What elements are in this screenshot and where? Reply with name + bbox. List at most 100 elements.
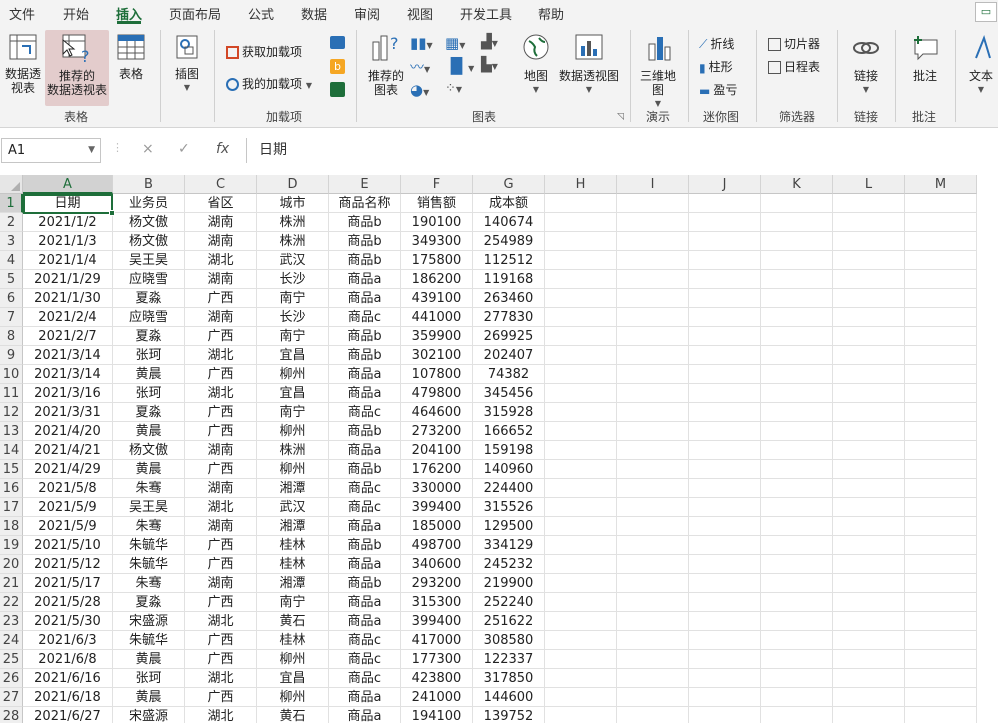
table-cell[interactable] <box>617 612 689 631</box>
table-cell[interactable]: 商品b <box>329 251 401 270</box>
table-cell[interactable]: 吴王昊 <box>113 251 185 270</box>
table-cell[interactable]: 广西 <box>185 555 257 574</box>
table-cell[interactable] <box>617 270 689 289</box>
table-cell[interactable]: 湖南 <box>185 308 257 327</box>
table-cell[interactable] <box>545 574 617 593</box>
slicer-button[interactable]: 切片器 <box>768 35 820 52</box>
table-cell[interactable] <box>689 555 761 574</box>
table-cell[interactable] <box>761 213 833 232</box>
pie-chart-button[interactable]: ◕▼ <box>410 81 429 99</box>
row-header[interactable]: 2 <box>0 213 23 232</box>
table-cell[interactable]: 湘潭 <box>257 574 329 593</box>
table-cell[interactable] <box>833 289 905 308</box>
tab-help[interactable]: 帮助 <box>538 4 564 23</box>
table-cell[interactable]: 202407 <box>473 346 545 365</box>
table-cell[interactable]: 107800 <box>401 365 473 384</box>
table-cell[interactable]: 湖南 <box>185 479 257 498</box>
table-cell[interactable] <box>905 289 977 308</box>
table-cell[interactable]: 黄晨 <box>113 365 185 384</box>
pivot-chart-button[interactable]: 数据透视图 ▼ <box>557 32 621 97</box>
table-cell[interactable]: 桂林 <box>257 631 329 650</box>
table-cell[interactable] <box>905 536 977 555</box>
table-cell[interactable]: 186200 <box>401 270 473 289</box>
table-cell[interactable]: 张珂 <box>113 384 185 403</box>
table-cell[interactable]: 广西 <box>185 593 257 612</box>
table-cell[interactable]: 315526 <box>473 498 545 517</box>
table-cell[interactable]: 277830 <box>473 308 545 327</box>
table-cell[interactable]: 桂林 <box>257 536 329 555</box>
table-cell[interactable]: 293200 <box>401 574 473 593</box>
table-cell[interactable] <box>761 251 833 270</box>
table-cell[interactable]: 112512 <box>473 251 545 270</box>
table-cell[interactable] <box>905 384 977 403</box>
table-cell[interactable]: 2021/5/17 <box>23 574 113 593</box>
table-cell[interactable]: 315300 <box>401 593 473 612</box>
table-cell[interactable]: 129500 <box>473 517 545 536</box>
row-header[interactable]: 1 <box>0 194 23 213</box>
tab-developer[interactable]: 开发工具 <box>460 4 512 23</box>
table-cell[interactable]: 株洲 <box>257 441 329 460</box>
table-cell[interactable] <box>689 688 761 707</box>
column-header-J[interactable]: J <box>689 175 761 194</box>
table-cell[interactable]: 302100 <box>401 346 473 365</box>
spreadsheet-grid[interactable]: ABCDEFGHIJKLM 1 2 3 4 5 6 7 8 9 10 11 12 13 14 15 16 17 1… <box>0 175 998 723</box>
table-cell[interactable]: 2021/6/8 <box>23 650 113 669</box>
column-header-A[interactable]: A <box>23 175 113 194</box>
table-cell[interactable]: 317850 <box>473 669 545 688</box>
table-cell[interactable]: 144600 <box>473 688 545 707</box>
row-header[interactable]: 8 <box>0 327 23 346</box>
table-cell[interactable]: 南宁 <box>257 403 329 422</box>
table-cell[interactable]: 2021/3/16 <box>23 384 113 403</box>
dialog-launcher-icon[interactable]: ◹ <box>617 112 624 122</box>
table-cell[interactable]: 140960 <box>473 460 545 479</box>
table-cell[interactable]: 139752 <box>473 707 545 723</box>
table-cell[interactable]: 140674 <box>473 213 545 232</box>
table-cell[interactable]: 241000 <box>401 688 473 707</box>
table-cell[interactable] <box>545 650 617 669</box>
table-cell[interactable] <box>833 536 905 555</box>
table-cell[interactable] <box>545 460 617 479</box>
table-cell[interactable]: 黄晨 <box>113 460 185 479</box>
table-cell[interactable] <box>689 384 761 403</box>
row-header[interactable]: 4 <box>0 251 23 270</box>
table-cell[interactable]: 广西 <box>185 460 257 479</box>
table-cell[interactable]: 263460 <box>473 289 545 308</box>
table-cell[interactable] <box>905 479 977 498</box>
row-header[interactable]: 25 <box>0 650 23 669</box>
table-cell[interactable]: 湖北 <box>185 251 257 270</box>
table-cell[interactable]: 159198 <box>473 441 545 460</box>
table-cell[interactable]: 湖北 <box>185 669 257 688</box>
table-cell[interactable] <box>905 365 977 384</box>
table-cell[interactable] <box>905 669 977 688</box>
header-cell[interactable] <box>761 194 833 213</box>
hierarchy-chart-button[interactable]: ▦▼ <box>445 34 465 52</box>
table-cell[interactable]: 334129 <box>473 536 545 555</box>
header-cell[interactable]: 日期 <box>23 194 113 213</box>
table-cell[interactable] <box>905 308 977 327</box>
table-cell[interactable]: 330000 <box>401 479 473 498</box>
table-cell[interactable] <box>761 460 833 479</box>
table-cell[interactable] <box>833 707 905 723</box>
table-cell[interactable] <box>689 631 761 650</box>
table-cell[interactable] <box>905 650 977 669</box>
table-cell[interactable]: 杨文傲 <box>113 213 185 232</box>
table-cell[interactable] <box>545 612 617 631</box>
illustrations-button[interactable]: 插图 ▼ <box>170 32 204 95</box>
table-cell[interactable]: 宜昌 <box>257 346 329 365</box>
table-cell[interactable]: 长沙 <box>257 308 329 327</box>
table-cell[interactable]: 219900 <box>473 574 545 593</box>
table-cell[interactable]: 广西 <box>185 631 257 650</box>
table-cell[interactable] <box>689 669 761 688</box>
table-cell[interactable] <box>833 574 905 593</box>
table-cell[interactable]: 桂林 <box>257 555 329 574</box>
row-header[interactable]: 16 <box>0 479 23 498</box>
table-cell[interactable] <box>761 517 833 536</box>
table-cell[interactable]: 杨文傲 <box>113 441 185 460</box>
timeline-button[interactable]: 日程表 <box>768 58 820 75</box>
table-cell[interactable]: 宜昌 <box>257 669 329 688</box>
table-cell[interactable] <box>905 688 977 707</box>
table-cell[interactable]: 商品b <box>329 422 401 441</box>
table-cell[interactable]: 商品a <box>329 707 401 723</box>
people-graph-icon[interactable] <box>330 82 345 100</box>
table-cell[interactable] <box>905 270 977 289</box>
